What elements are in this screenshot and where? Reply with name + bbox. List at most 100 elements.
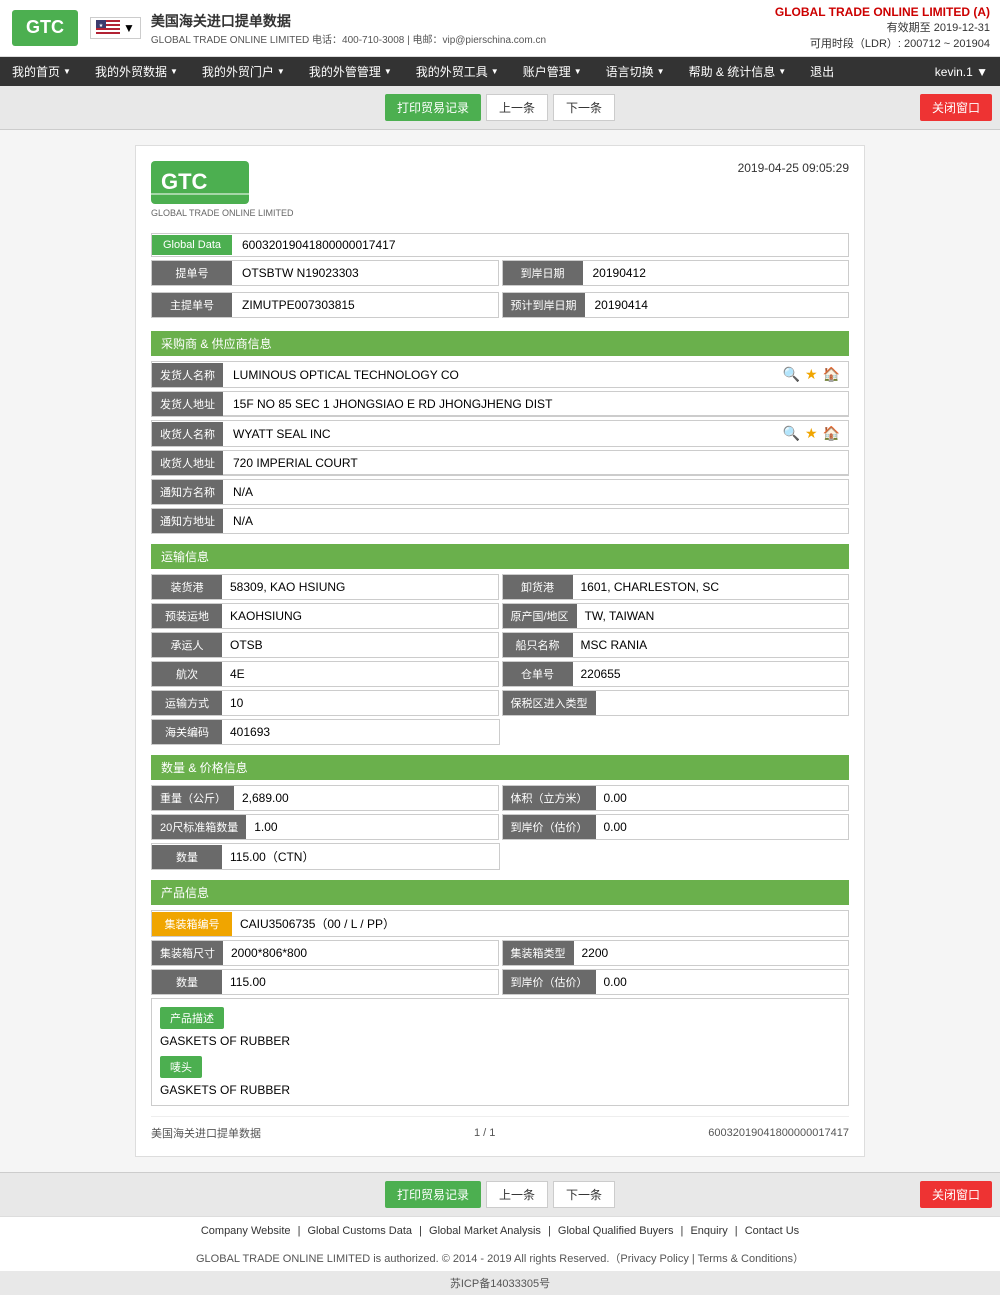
global-data-value: 60032019041800000017417 — [232, 234, 848, 256]
notify-addr-value: N/A — [223, 510, 848, 532]
carrier-label: 承运人 — [152, 633, 222, 657]
shipper-star-icon[interactable]: ★ — [805, 366, 818, 383]
nav-account[interactable]: 账户管理 ▼ — [511, 57, 594, 86]
consignee-name-value: WYATT SEAL INC — [223, 423, 775, 445]
container-size-label: 集装箱尺寸 — [152, 941, 223, 965]
footer-link-buyers[interactable]: Global Qualified Buyers — [558, 1225, 674, 1237]
footer-icp: 苏ICP备14033305号 — [0, 1271, 1000, 1295]
nav-help[interactable]: 帮助 & 统计信息 ▼ — [677, 57, 799, 86]
consignee-name-row: 收货人名称 WYATT SEAL INC 🔍 ★ 🏠 — [151, 420, 849, 447]
container-no-row: 集装箱编号 CAIU3506735（00 / L / PP） — [151, 910, 849, 937]
vessel-row: 船只名称 MSC RANIA — [502, 632, 850, 658]
est-arrival-value: 20190414 — [585, 294, 849, 316]
weight-volume-row: 重量（公斤） 2,689.00 体积（立方米） 0.00 — [151, 785, 849, 811]
ldr-info: 可用时段（LDR）: 200712 ~ 201904 — [775, 35, 990, 51]
prev-button[interactable]: 上一条 — [486, 94, 548, 121]
language-selector[interactable]: ★ ▼ — [90, 17, 141, 39]
shipper-home-icon[interactable]: 🏠 — [823, 366, 840, 383]
bonded-row: 保税区进入类型 — [502, 690, 850, 716]
bonded-value — [596, 699, 849, 707]
toolbar-center: 打印贸易记录 上一条 下一条 — [385, 94, 615, 121]
bottom-next-button[interactable]: 下一条 — [553, 1181, 615, 1208]
product-qty-label: 数量 — [152, 970, 222, 994]
nav-logout[interactable]: 退出 — [798, 57, 846, 86]
footer-link-customs[interactable]: Global Customs Data — [308, 1225, 413, 1237]
nav-management[interactable]: 我的外管管理 ▼ — [297, 57, 404, 86]
nav-tools[interactable]: 我的外贸工具 ▼ — [404, 57, 511, 86]
carrier-vessel-row: 承运人 OTSB 船只名称 MSC RANIA — [151, 632, 849, 658]
container20-value: 1.00 — [246, 816, 497, 838]
doc-footer-right: 60032019041800000017417 — [708, 1127, 849, 1139]
transport-mode-row: 运输方式 10 — [151, 690, 499, 716]
quantity-label: 数量 — [152, 845, 222, 869]
page-subtitle: GLOBAL TRADE ONLINE LIMITED 电话：400-710-3… — [151, 31, 546, 46]
shipper-search-icon[interactable]: 🔍 — [783, 366, 800, 383]
supplier-section-header: 采购商 & 供应商信息 — [151, 331, 849, 356]
master-bill-label: 主提单号 — [152, 293, 232, 317]
footer-link-contact[interactable]: Contact Us — [745, 1225, 799, 1237]
weight-row: 重量（公斤） 2,689.00 — [151, 785, 499, 811]
bottom-toolbar: 打印贸易记录 上一条 下一条 关闭窗口 — [0, 1172, 1000, 1216]
customs-label: 海关编码 — [152, 720, 222, 744]
consignee-search-icon[interactable]: 🔍 — [783, 425, 800, 442]
consignee-icons: 🔍 ★ 🏠 — [775, 421, 848, 446]
container-type-label: 集装箱类型 — [503, 941, 574, 965]
close-button[interactable]: 关闭窗口 — [920, 94, 992, 121]
consignee-name-label: 收货人名称 — [152, 422, 223, 446]
preload-origin-row: 预装运地 KAOHSIUNG 原产国/地区 TW, TAIWAN — [151, 603, 849, 629]
nav-trade-data[interactable]: 我的外贸数据 ▼ — [83, 57, 190, 86]
container-size-type-row: 集装箱尺寸 2000*806*800 集装箱类型 2200 — [151, 940, 849, 966]
quantity-value: 115.00（CTN） — [222, 844, 499, 869]
svg-text:GTC: GTC — [161, 169, 208, 194]
next-button[interactable]: 下一条 — [553, 94, 615, 121]
bottom-close-button[interactable]: 关闭窗口 — [920, 1181, 992, 1208]
us-flag-icon: ★ — [96, 20, 120, 36]
arrival-date-value: 20190412 — [583, 262, 849, 284]
carrier-value: OTSB — [222, 634, 498, 656]
origin-country-value: TW, TAIWAN — [577, 605, 848, 627]
bill-no-label: 提单号 — [152, 261, 232, 285]
bottom-toolbar-right: 关闭窗口 — [615, 1181, 992, 1208]
footer-link-company[interactable]: Company Website — [201, 1225, 291, 1237]
nav-language[interactable]: 语言切换 ▼ — [594, 57, 677, 86]
notify-addr-label: 通知方地址 — [152, 509, 223, 533]
toolbar-right: 关闭窗口 — [615, 94, 992, 121]
notify-name-row: 通知方名称 N/A — [151, 479, 849, 505]
customs-row: 海关编码 401693 — [151, 719, 500, 745]
container-size-value: 2000*806*800 — [223, 942, 498, 964]
est-arrival-row: 预计到岸日期 20190414 — [502, 292, 850, 318]
nav-home[interactable]: 我的首页 ▼ — [0, 57, 83, 86]
customs-value: 401693 — [222, 721, 499, 743]
product-desc-button[interactable]: 产品描述 — [160, 1007, 224, 1029]
declared-value-value: 0.00 — [596, 816, 849, 838]
footer-link-enquiry[interactable]: Enquiry — [690, 1225, 727, 1237]
origin-port-row: 装货港 58309, KAO HSIUNG — [151, 574, 499, 600]
vessel-value: MSC RANIA — [573, 634, 849, 656]
header-left: GTC ★ ▼ 美国海关进口提单数据 GLOBAL TRADE ONLINE L… — [10, 8, 546, 48]
shipper-name-value: LUMINOUS OPTICAL TECHNOLOGY CO — [223, 364, 775, 386]
bottom-print-button[interactable]: 打印贸易记录 — [385, 1181, 481, 1208]
print-button[interactable]: 打印贸易记录 — [385, 94, 481, 121]
document-footer: 美国海关进口提单数据 1 / 1 60032019041800000017417 — [151, 1116, 849, 1141]
inbond-row: 仓单号 220655 — [502, 661, 850, 687]
shipper-addr-label: 发货人地址 — [152, 392, 223, 416]
shipper-addr-row: 发货人地址 15F NO 85 SEC 1 JHONGSIAO E RD JHO… — [151, 391, 849, 417]
product-qty-value: 115.00 — [222, 971, 498, 993]
product-qty-row: 数量 115.00 — [151, 969, 499, 995]
flag-arrow: ▼ — [123, 21, 135, 35]
nav-user[interactable]: kevin.1 ▼ — [923, 59, 1000, 85]
bottom-prev-button[interactable]: 上一条 — [486, 1181, 548, 1208]
nav-portal[interactable]: 我的外贸门户 ▼ — [190, 57, 297, 86]
marks-button[interactable]: 唛头 — [160, 1056, 202, 1078]
voyage-row: 航次 4E — [151, 661, 499, 687]
nav-trade-arrow: ▼ — [170, 67, 178, 76]
consignee-home-icon[interactable]: 🏠 — [823, 425, 840, 442]
svg-text:GTC: GTC — [26, 17, 64, 37]
document-container: GTC GLOBAL TRADE ONLINE LIMITED 2019-04-… — [135, 145, 865, 1157]
pre-load-row: 预装运地 KAOHSIUNG — [151, 603, 499, 629]
consignee-star-icon[interactable]: ★ — [805, 425, 818, 442]
origin-port-label: 装货港 — [152, 575, 222, 599]
shipper-icons: 🔍 ★ 🏠 — [775, 362, 848, 387]
footer-link-market[interactable]: Global Market Analysis — [429, 1225, 541, 1237]
consignee-addr-row: 收货人地址 720 IMPERIAL COURT — [151, 450, 849, 476]
